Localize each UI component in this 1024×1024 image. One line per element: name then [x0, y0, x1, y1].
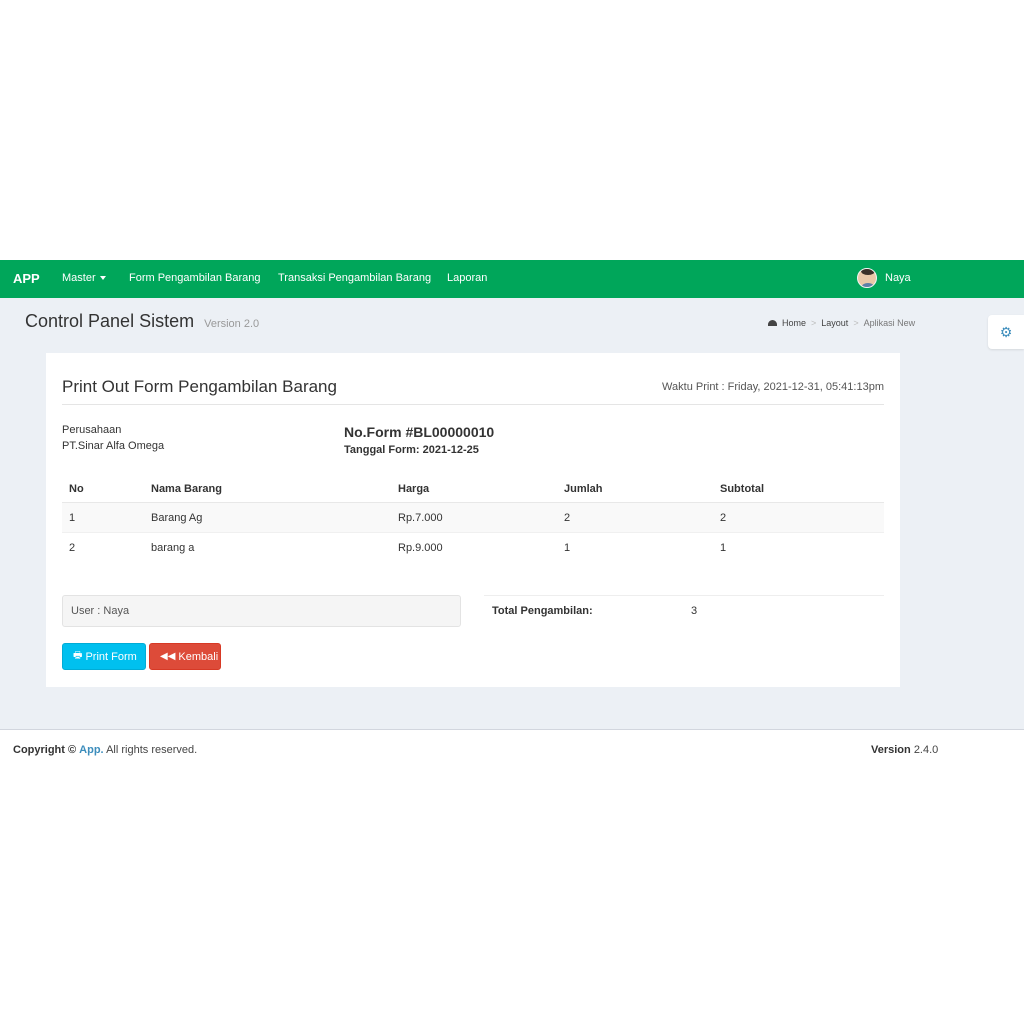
nav-item-form-pengambilan[interactable]: Form Pengambilan Barang — [129, 272, 260, 284]
column-header-harga: Harga — [398, 483, 430, 495]
gear-icon: ⚙ — [999, 323, 1013, 340]
user-menu[interactable]: Naya — [857, 268, 911, 288]
cell-nama-barang: barang a — [151, 542, 195, 554]
footer: Copyright © App. All rights reserved. Ve… — [0, 729, 1024, 769]
table-header-row: No Nama Barang Harga Jumlah Subtotal — [62, 473, 884, 503]
column-header-jumlah: Jumlah — [564, 483, 603, 495]
content-wrapper: Control Panel Sistem Version 2.0 Home > … — [0, 298, 1024, 729]
breadcrumb-layout[interactable]: Layout — [821, 318, 848, 328]
nav-item-transaksi[interactable]: Transaksi Pengambilan Barang — [278, 272, 431, 284]
nav-item-master[interactable]: Master — [62, 272, 106, 284]
brand-logo[interactable]: APP — [13, 271, 40, 286]
column-header-nama-barang: Nama Barang — [151, 483, 222, 495]
print-time: Waktu Print : Friday, 2021-12-31, 05:41:… — [662, 381, 884, 393]
divider — [484, 595, 884, 596]
avatar — [857, 268, 877, 288]
nav-item-laporan[interactable]: Laporan — [447, 272, 487, 284]
cell-no: 2 — [69, 542, 76, 554]
copyright: Copyright © App. All rights reserved. — [13, 744, 197, 756]
breadcrumb-separator: > — [811, 318, 817, 328]
table-row: 1 Barang Ag Rp.7.000 2 2 — [62, 503, 884, 533]
items-table: No Nama Barang Harga Jumlah Subtotal 1 B… — [62, 473, 884, 563]
cell-harga: Rp.9.000 — [398, 542, 443, 554]
print-form-label: Print Form — [85, 650, 137, 663]
copyright-prefix: Copyright © — [13, 744, 77, 756]
cell-jumlah: 2 — [564, 512, 571, 524]
version-value: 2.4.0 — [913, 744, 939, 756]
table-row: 2 barang a Rp.9.000 1 1 — [62, 533, 884, 563]
box-title: Print Out Form Pengambilan Barang — [62, 377, 337, 396]
breadcrumb-home[interactable]: Home — [782, 318, 806, 328]
total-label: Total Pengambilan: — [492, 605, 593, 617]
back-button[interactable]: ◀◀ Kembali — [149, 643, 221, 670]
divider — [62, 404, 884, 405]
breadcrumb: Home > Layout > Aplikasi New — [768, 318, 915, 328]
cell-subtotal: 1 — [720, 542, 727, 554]
cell-nama-barang: Barang Ag — [151, 512, 203, 524]
total-value: 3 — [691, 605, 698, 617]
cell-no: 1 — [69, 512, 76, 524]
print-icon: 🖶 — [73, 650, 83, 661]
breadcrumb-separator: > — [853, 318, 859, 328]
company-label: Perusahaan — [62, 424, 122, 436]
page-subtitle: Version 2.0 — [204, 318, 260, 330]
caret-down-icon — [99, 276, 106, 281]
form-number: No.Form #BL00000010 — [344, 424, 495, 440]
rights-text: All rights reserved. — [106, 744, 198, 756]
column-header-subtotal: Subtotal — [720, 483, 764, 495]
form-date: Tanggal Form: 2021-12-25 — [344, 444, 479, 456]
column-header-no: No — [69, 483, 84, 495]
dashboard-icon — [768, 320, 777, 326]
print-form-button[interactable]: 🖶 Print Form — [62, 643, 146, 670]
settings-tab[interactable]: ⚙ — [988, 315, 1024, 349]
print-box: Print Out Form Pengambilan Barang Waktu … — [46, 353, 900, 687]
top-navbar: APP Master Form Pengambilan Barang Trans… — [0, 260, 1024, 298]
user-name: Naya — [885, 272, 911, 284]
nav-item-label: Master — [62, 272, 96, 284]
cell-jumlah: 1 — [564, 542, 571, 554]
cell-subtotal: 2 — [720, 512, 727, 524]
page-title: Control Panel Sistem Version 2.0 — [25, 311, 259, 332]
version-label: Version — [871, 744, 911, 756]
page-title-text: Control Panel Sistem — [25, 311, 195, 331]
breadcrumb-current: Aplikasi New — [863, 318, 916, 328]
user-info-well: User : Naya — [62, 595, 461, 627]
version-info: Version 2.4.0 — [871, 744, 938, 756]
company-name: PT.Sinar Alfa Omega — [62, 440, 165, 452]
cell-harga: Rp.7.000 — [398, 512, 443, 524]
back-label: Kembali — [178, 650, 219, 663]
backward-icon: ◀◀ — [160, 651, 176, 662]
app-link[interactable]: App. — [79, 744, 103, 756]
